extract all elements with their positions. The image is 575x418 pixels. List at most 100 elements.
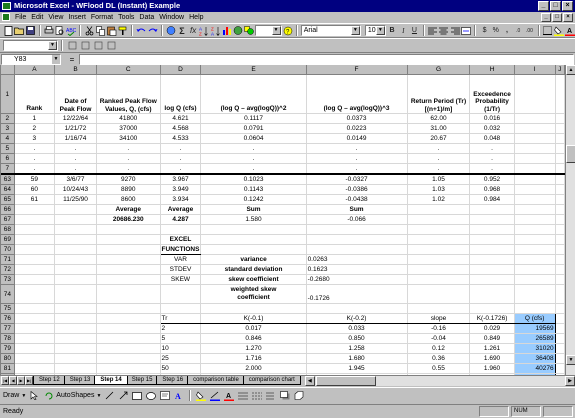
arrow-style-icon[interactable] xyxy=(265,390,277,402)
cell-header-flow[interactable]: Ranked Peak Flow Values, Q, (cfs) xyxy=(96,74,161,115)
cell-exceedence[interactable]: . xyxy=(469,153,515,165)
cell[interactable] xyxy=(555,323,565,335)
cell-average-label[interactable]: Average xyxy=(160,204,202,216)
scroll-right-icon[interactable]: ▶ xyxy=(565,376,575,386)
toolbar-button-icon[interactable] xyxy=(79,40,91,52)
text-box-icon[interactable] xyxy=(159,390,171,402)
cell-tr[interactable]: 2 xyxy=(159,323,202,335)
borders-icon[interactable] xyxy=(543,25,553,37)
cell[interactable] xyxy=(407,224,471,236)
hyperlink-icon[interactable] xyxy=(166,25,176,37)
cell-flow[interactable]: 8890 xyxy=(96,184,161,196)
print-icon[interactable] xyxy=(44,25,54,37)
cell[interactable] xyxy=(514,204,556,216)
office-assistant-icon[interactable]: ? xyxy=(283,25,293,37)
cell-cube[interactable]: . xyxy=(306,153,408,165)
line-style-icon[interactable] xyxy=(237,390,249,402)
cell-excel-label[interactable]: EXCEL xyxy=(160,234,202,246)
percent-button[interactable]: % xyxy=(491,25,501,37)
minimize-button[interactable]: _ xyxy=(538,1,549,11)
cell-return-period[interactable]: . xyxy=(407,153,471,165)
cell-sq[interactable]: 0.1117 xyxy=(200,113,307,125)
cell[interactable] xyxy=(96,244,161,256)
row-header[interactable]: 4 xyxy=(1,133,15,145)
cell-cube[interactable]: 0.0223 xyxy=(306,123,408,135)
cell[interactable] xyxy=(514,123,556,135)
cell[interactable] xyxy=(54,363,98,375)
cell-flow[interactable]: 37000 xyxy=(96,123,161,135)
cell[interactable] xyxy=(14,353,56,365)
cell[interactable] xyxy=(555,123,565,135)
cell[interactable] xyxy=(14,254,56,266)
cell[interactable] xyxy=(469,224,515,236)
cell[interactable] xyxy=(54,214,98,226)
cell-return-period[interactable]: 31.00 xyxy=(407,123,471,135)
cell-return-period[interactable]: 1.05 xyxy=(407,174,471,186)
chevron-down-icon[interactable]: ▼ xyxy=(350,26,360,35)
first-sheet-icon[interactable]: |◀ xyxy=(1,376,9,385)
chevron-down-icon[interactable]: ▼ xyxy=(52,54,60,64)
cell[interactable] xyxy=(407,244,471,256)
cell-average-flow[interactable]: 20686.230 xyxy=(96,214,161,226)
cell-stat-label[interactable]: standard deviation xyxy=(200,264,307,276)
cell-logq[interactable]: . xyxy=(160,163,202,176)
cell[interactable] xyxy=(96,353,161,365)
menu-edit[interactable]: Edit xyxy=(31,12,43,23)
cell[interactable] xyxy=(469,214,515,226)
cell-cube[interactable]: 0.0373 xyxy=(306,113,408,125)
sheet-tab[interactable]: comparison chart xyxy=(242,376,301,385)
cell-kw[interactable]: 1.960 xyxy=(469,363,515,375)
cell-k02[interactable]: 0.033 xyxy=(306,323,408,335)
sheet-tab[interactable]: Step 12 xyxy=(33,376,66,385)
row-header[interactable]: 75 xyxy=(1,303,15,315)
cell[interactable] xyxy=(555,343,565,355)
cell[interactable] xyxy=(54,323,98,335)
cell-exceedence[interactable]: 0.032 xyxy=(469,123,515,135)
cell[interactable] xyxy=(96,274,161,286)
close-button[interactable]: × xyxy=(562,1,573,11)
column-header[interactable]: E xyxy=(200,65,307,76)
cell-exceedence[interactable]: . xyxy=(469,143,515,155)
cell-q[interactable]: 19569 xyxy=(514,323,556,335)
cell[interactable] xyxy=(555,264,565,276)
cell[interactable] xyxy=(407,234,471,246)
row-header[interactable]: 74 xyxy=(1,284,15,305)
cell-tr[interactable]: 50 xyxy=(159,363,202,375)
cell[interactable] xyxy=(306,244,408,256)
cell[interactable] xyxy=(555,133,565,145)
cell[interactable] xyxy=(96,234,161,246)
free-rotate-icon[interactable] xyxy=(42,390,54,402)
zoom-combo[interactable]: ▼ xyxy=(255,25,282,36)
3d-icon[interactable] xyxy=(293,390,305,402)
cell[interactable] xyxy=(514,303,556,315)
cell-k01[interactable]: 2.000 xyxy=(200,363,307,375)
row-header[interactable]: 79 xyxy=(1,343,15,355)
cell[interactable] xyxy=(555,234,565,246)
column-header[interactable]: J xyxy=(555,65,565,76)
row-header[interactable]: 76 xyxy=(1,313,15,325)
edit-formula-button[interactable]: = xyxy=(65,55,79,64)
font-color-icon[interactable]: A xyxy=(565,25,575,37)
cell-k-header-slope[interactable]: slope xyxy=(407,313,471,325)
cell[interactable] xyxy=(54,274,98,286)
name-box[interactable]: Y83 ▼ xyxy=(1,53,61,65)
cell-date[interactable]: . xyxy=(54,163,98,176)
cell-average-logq[interactable]: 4.287 xyxy=(160,214,202,226)
cell[interactable] xyxy=(469,264,515,276)
cell-rank[interactable]: . xyxy=(14,153,56,165)
column-header[interactable]: G xyxy=(407,65,471,76)
cell-q[interactable]: 36408 xyxy=(514,353,556,365)
cell[interactable] xyxy=(555,214,565,226)
cell-logq[interactable]: 4.568 xyxy=(160,123,202,135)
dash-style-icon[interactable] xyxy=(251,390,263,402)
cell[interactable] xyxy=(514,244,556,256)
cell-average-label[interactable]: Average xyxy=(96,204,161,216)
row-header[interactable]: 72 xyxy=(1,264,15,276)
cell-kw[interactable]: 0.029 xyxy=(469,323,515,335)
copy-icon[interactable] xyxy=(95,25,106,37)
cell-tr[interactable]: 10 xyxy=(159,343,202,355)
shadow-icon[interactable] xyxy=(279,390,291,402)
menu-help[interactable]: Help xyxy=(189,12,203,23)
cell-kw[interactable]: 1.261 xyxy=(469,343,515,355)
line-color-icon[interactable] xyxy=(209,390,221,402)
